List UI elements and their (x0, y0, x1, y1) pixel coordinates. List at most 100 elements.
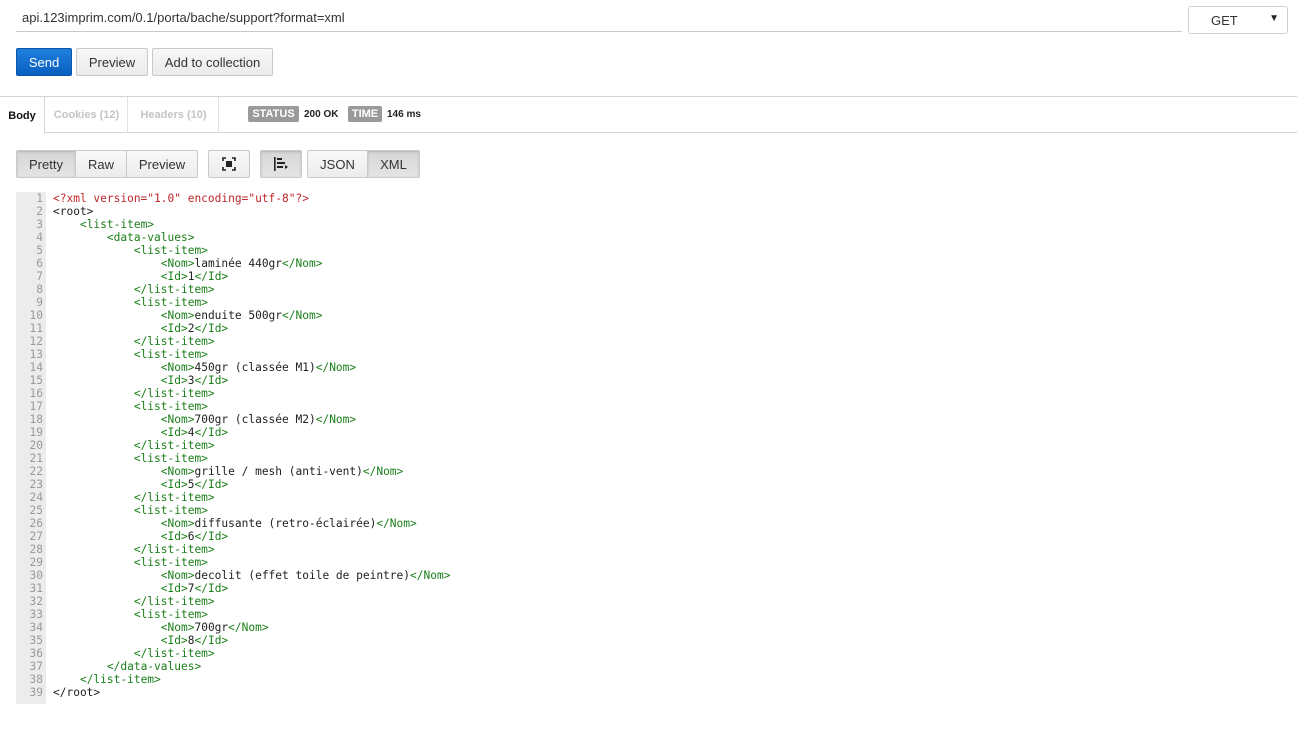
code-content: </list-item> (53, 543, 215, 556)
line-number: 13 (29, 348, 43, 361)
code-line: 28 </list-item> (16, 543, 1286, 556)
xml-tag: </Nom> (315, 361, 357, 374)
code-line: 31 <Id>7</Id> (16, 582, 1286, 595)
line-number: 2 (36, 205, 43, 218)
xml-text (53, 465, 161, 478)
xml-tag: <Id> (160, 322, 188, 335)
line-number: 4 (36, 231, 43, 244)
code-lines: 1 <?xml version="1.0" encoding="utf-8"?> 2… (16, 192, 1286, 699)
line-number: 17 (29, 400, 43, 413)
line-number: 1 (36, 192, 43, 205)
response-body-viewer[interactable]: 1 <?xml version="1.0" encoding="utf-8"?> 2… (16, 192, 1286, 704)
code-line: 26 <Nom>diffusante (retro-éclairée)</Nom… (16, 517, 1286, 530)
line-number: 31 (29, 582, 43, 595)
xml-tag: </Id> (194, 582, 229, 595)
xml-text: diffusante (retro-éclairée) (194, 517, 377, 530)
xml-text (53, 660, 107, 673)
tab-cookies[interactable]: Cookies (12) (46, 97, 128, 133)
code-content: <Id>5</Id> (53, 478, 228, 491)
tab-headers[interactable]: Headers (10) (129, 97, 219, 133)
xml-tag: <list-item> (133, 244, 208, 257)
code-line: 14 <Nom>450gr (classée M1)</Nom> (16, 361, 1286, 374)
xml-text (53, 621, 161, 634)
xml-tag: <Id> (160, 478, 188, 491)
xml-text (53, 530, 161, 543)
xml-text (53, 673, 80, 686)
code-content: <Id>4</Id> (53, 426, 228, 439)
xml-text (53, 296, 134, 309)
xml-text (53, 608, 134, 621)
wrap-lines-button[interactable] (260, 150, 302, 178)
line-number: 14 (29, 361, 43, 374)
code-line: 17 <list-item> (16, 400, 1286, 413)
xml-text (53, 491, 134, 504)
line-number: 22 (29, 465, 43, 478)
code-line: 22 <Nom>grille / mesh (anti-vent)</Nom> (16, 465, 1286, 478)
xml-tag: </Id> (194, 426, 229, 439)
code-content: </root> (53, 686, 100, 699)
code-line: 38 </list-item> (16, 673, 1286, 686)
code-line: 20 </list-item> (16, 439, 1286, 452)
xml-text (53, 270, 161, 283)
code-line: 12 </list-item> (16, 335, 1286, 348)
code-content: </list-item> (53, 595, 215, 608)
status-label: STATUS (248, 106, 299, 122)
xml-tag: <Id> (160, 374, 188, 387)
xml-text (53, 335, 134, 348)
xml-text: </root> (53, 686, 101, 699)
line-number: 29 (29, 556, 43, 569)
xml-tag: </Nom> (228, 621, 269, 634)
line-number: 10 (29, 309, 43, 322)
xml-tag: <list-item> (79, 218, 155, 231)
code-line: 35 <Id>8</Id> (16, 634, 1286, 647)
code-content: <Id>7</Id> (53, 582, 228, 595)
line-number: 19 (29, 426, 43, 439)
xml-tag: </Nom> (376, 517, 417, 530)
xml-text (53, 634, 161, 647)
url-input[interactable] (16, 4, 1182, 32)
code-line: 16 </list-item> (16, 387, 1286, 400)
json-button[interactable]: JSON (307, 150, 368, 178)
xml-text (53, 517, 161, 530)
raw-button[interactable]: Raw (75, 150, 127, 178)
method-select[interactable]: GET ▼ (1188, 6, 1288, 34)
preview-button[interactable]: Preview (76, 48, 148, 76)
xml-tag: </list-item> (133, 283, 215, 296)
send-button[interactable]: Send (16, 48, 72, 76)
pretty-button[interactable]: Pretty (16, 150, 76, 178)
xml-tag: <Id> (160, 634, 188, 647)
xml-text: grille / mesh (anti-vent) (194, 465, 363, 478)
xml-text: 700gr (classée M2) (194, 413, 316, 426)
preview-view-button[interactable]: Preview (126, 150, 198, 178)
line-number: 34 (29, 621, 43, 634)
code-line: 11 <Id>2</Id> (16, 322, 1286, 335)
code-content: </list-item> (53, 647, 215, 660)
code-content: </list-item> (53, 673, 161, 686)
xml-tag: <data-values> (106, 231, 195, 244)
code-line: 23 <Id>5</Id> (16, 478, 1286, 491)
xml-text (53, 478, 161, 491)
xml-tag: </Nom> (410, 569, 451, 582)
code-content: <list-item> (53, 348, 208, 361)
code-line: 8 </list-item> (16, 283, 1286, 296)
xml-tag: </Nom> (282, 257, 323, 270)
code-content: </list-item> (53, 439, 215, 452)
xml-tag: <list-item> (133, 556, 208, 569)
line-number: 24 (29, 491, 43, 504)
xml-tag: </Id> (194, 478, 229, 491)
xml-tag: </Nom> (282, 309, 323, 322)
tab-body[interactable]: Body (0, 97, 45, 134)
xml-tag: </Id> (194, 322, 229, 335)
code-content: </list-item> (53, 491, 215, 504)
xml-tag: </list-item> (133, 491, 215, 504)
line-number: 6 (36, 257, 43, 270)
code-line: 13 <list-item> (16, 348, 1286, 361)
expand-button[interactable] (208, 150, 250, 178)
line-number: 28 (29, 543, 43, 556)
add-to-collection-button[interactable]: Add to collection (152, 48, 273, 76)
xml-button[interactable]: XML (367, 150, 420, 178)
code-content: <root> (53, 205, 93, 218)
code-line: 6 <Nom>laminée 440gr</Nom> (16, 257, 1286, 270)
line-number: 38 (29, 673, 43, 686)
xml-tag: </list-item> (133, 543, 215, 556)
